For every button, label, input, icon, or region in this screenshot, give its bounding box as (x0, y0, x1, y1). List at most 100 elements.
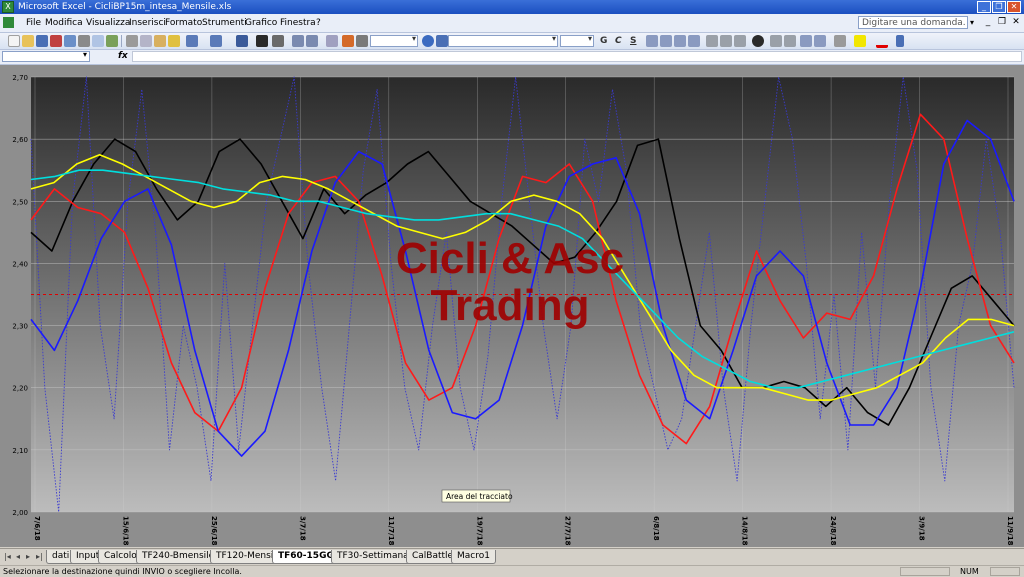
menu-file[interactable]: File (26, 17, 41, 29)
merge-center-icon[interactable] (688, 35, 700, 47)
tooltip-text: Area del tracciato (446, 492, 513, 501)
x-tick-label: 24/8/18 (829, 516, 837, 546)
toolbar-separator (121, 35, 122, 47)
sort-ascending-icon[interactable] (292, 35, 304, 47)
zoom-select[interactable] (370, 34, 418, 47)
align-left-icon[interactable] (646, 35, 658, 47)
open-icon[interactable] (22, 35, 34, 47)
cut-icon[interactable] (126, 35, 138, 47)
font-size-select[interactable] (560, 34, 594, 47)
euro-icon[interactable] (752, 35, 764, 47)
watermark-text: Cicli & Asc (396, 234, 624, 283)
y-tick-label: 2,70 (12, 74, 28, 82)
autosum-icon[interactable] (272, 35, 284, 47)
status-message: Selezionare la destinazione quindi INVIO… (3, 567, 242, 576)
email-icon[interactable] (64, 35, 76, 47)
help-dropdown-icon[interactable]: ▾ (970, 18, 974, 27)
sort-descending-icon[interactable] (306, 35, 318, 47)
chart-area[interactable]: 2,70 2,60 2,50 2,40 2,30 2,20 2,10 2,00 7/6/18 15… (0, 65, 1024, 547)
font-color-icon[interactable] (876, 35, 888, 48)
copy-icon[interactable] (140, 35, 152, 47)
help-icon[interactable] (422, 35, 434, 47)
print-preview-icon[interactable] (92, 35, 104, 47)
line-chart[interactable]: 2,70 2,60 2,50 2,40 2,30 2,20 2,10 2,00 7/6/18 15… (0, 65, 1024, 547)
document-icon[interactable] (3, 17, 14, 28)
num-lock-indicator: NUM (960, 567, 979, 576)
x-tick-label: 25/6/18 (210, 516, 218, 546)
menu-finestra[interactable]: Finestra (280, 17, 316, 29)
excel-app-icon[interactable]: X (2, 1, 14, 13)
menu-modifica[interactable]: Modifica (45, 17, 83, 29)
next-sheet-icon[interactable]: ▸ (26, 552, 30, 561)
sheet-tab-bar: |◂ ◂ ▸ ▸| dati Input Calcolo TF240-Bmens… (0, 548, 1024, 565)
minimize-button[interactable]: _ (977, 1, 991, 13)
spelling-icon[interactable] (106, 35, 118, 47)
doc-close-button[interactable]: ✕ (1010, 17, 1022, 28)
new-icon[interactable] (8, 35, 20, 47)
borders-icon[interactable] (834, 35, 846, 47)
currency-icon[interactable] (706, 35, 718, 47)
first-sheet-icon[interactable]: |◂ (4, 552, 11, 561)
y-tick-label: 2,40 (12, 260, 28, 268)
x-tick-label: 11/9/18 (1006, 516, 1014, 546)
save-icon[interactable] (36, 35, 48, 47)
permission-icon[interactable] (50, 35, 62, 47)
align-center-icon[interactable] (660, 35, 672, 47)
toolbar: G C S (0, 33, 1024, 50)
menu-strumenti[interactable]: Strumenti (202, 17, 247, 29)
undo-icon[interactable] (186, 35, 198, 47)
bold-button[interactable]: G (600, 35, 607, 47)
x-tick-label: 14/8/18 (741, 516, 749, 546)
x-tick-label: 19/7/18 (475, 516, 483, 546)
status-panel (990, 567, 1020, 576)
underline-button[interactable]: S (630, 35, 636, 47)
decrease-indent-icon[interactable] (800, 35, 812, 47)
toolbar-options-icon[interactable] (436, 35, 448, 47)
y-tick-label: 2,60 (12, 136, 28, 144)
x-tick-label: 6/8/18 (652, 516, 660, 541)
menu-visualizza[interactable]: Visualizza (86, 17, 130, 29)
font-name-select[interactable] (448, 34, 558, 47)
formula-input[interactable] (132, 51, 1022, 62)
help-search-input[interactable]: Digitare una domanda. (858, 16, 968, 29)
hyperlink-icon[interactable] (236, 35, 248, 47)
tab-tf60-15gg[interactable]: TF60-15GG (272, 550, 340, 564)
align-right-icon[interactable] (674, 35, 686, 47)
drawing-icon[interactable] (342, 35, 354, 47)
doc-minimize-button[interactable]: _ (982, 17, 994, 28)
menu-grafico[interactable]: Grafico (245, 17, 277, 29)
last-sheet-icon[interactable]: ▸| (36, 552, 43, 561)
name-box[interactable] (2, 50, 90, 62)
close-button[interactable]: ✕ (1007, 1, 1021, 13)
prev-sheet-icon[interactable]: ◂ (16, 552, 20, 561)
comma-style-icon[interactable] (734, 35, 746, 47)
toolbar-overflow-icon[interactable] (896, 35, 904, 47)
doc-restore-button[interactable]: ❐ (996, 17, 1008, 28)
status-bar: Selezionare la destinazione quindi INVIO… (0, 565, 1024, 577)
italic-button[interactable]: C (615, 35, 622, 47)
tab-macro1[interactable]: Macro1 (451, 550, 496, 564)
x-tick-label: 3/7/18 (298, 516, 306, 541)
chart-wizard-icon[interactable] (326, 35, 338, 47)
insert-function-icon[interactable]: fx (118, 51, 128, 61)
fill-color-icon[interactable] (854, 35, 866, 47)
formula-bar: fx (0, 50, 1024, 65)
print-icon[interactable] (78, 35, 90, 47)
percent-icon[interactable] (720, 35, 732, 47)
zoom-icon[interactable] (356, 35, 368, 47)
redo-icon[interactable] (210, 35, 222, 47)
chart-object-icon[interactable] (256, 35, 268, 47)
increase-decimal-icon[interactable] (770, 35, 782, 47)
format-painter-icon[interactable] (168, 35, 180, 47)
menu-inserisci[interactable]: Inserisci (129, 17, 166, 29)
paste-icon[interactable] (154, 35, 166, 47)
increase-indent-icon[interactable] (814, 35, 826, 47)
menu-help[interactable]: ? (316, 17, 321, 29)
title-bar: X Microsoft Excel - CicliBP15m_intesa_Me… (0, 0, 1024, 14)
menu-formato[interactable]: Formato (165, 17, 202, 29)
restore-button[interactable]: ❐ (992, 1, 1006, 13)
decrease-decimal-icon[interactable] (784, 35, 796, 47)
tab-tf240-bmensile[interactable]: TF240-Bmensile (136, 550, 221, 564)
status-panel (900, 567, 950, 576)
x-tick-label: 7/6/18 (33, 516, 41, 541)
